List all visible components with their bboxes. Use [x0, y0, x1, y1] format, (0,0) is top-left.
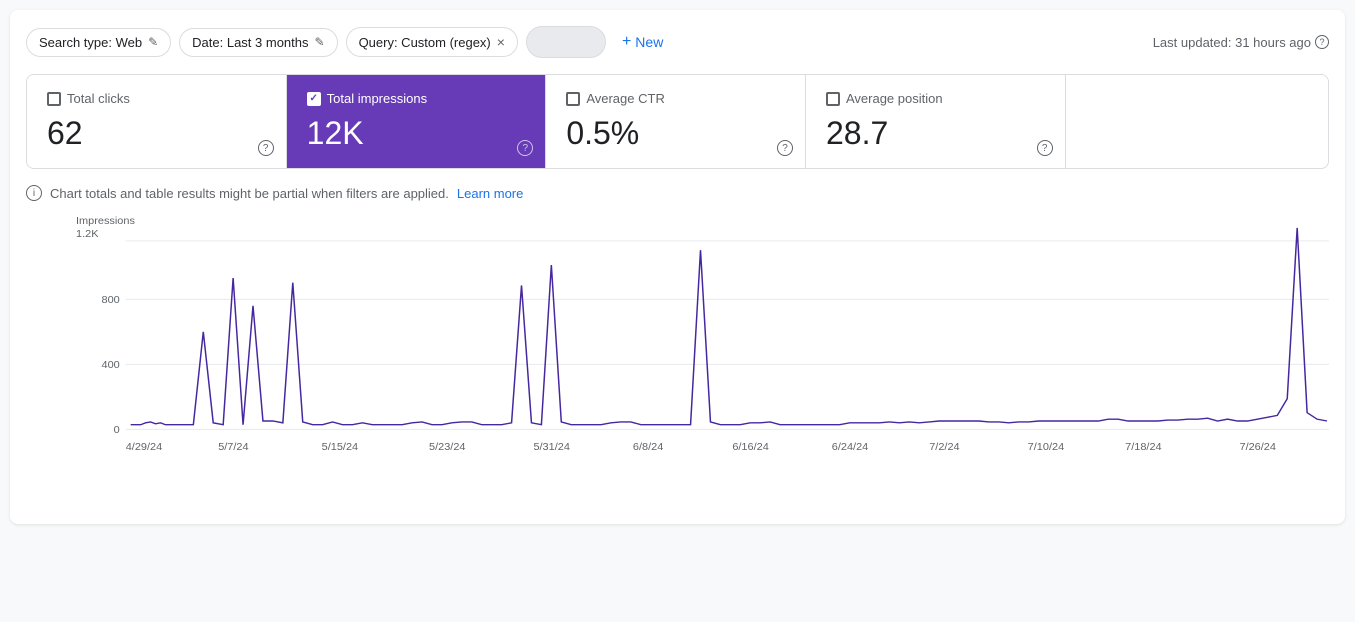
search-type-label: Search type: Web: [39, 35, 142, 50]
total-clicks-value: 62: [47, 114, 266, 152]
total-clicks-label: Total clicks: [67, 91, 130, 106]
query-filter[interactable]: Query: Custom (regex) ×: [346, 27, 518, 57]
y-axis-max-label: 1.2K: [76, 229, 98, 241]
x-label-11: 7/18/24: [1125, 441, 1162, 453]
metrics-row: Total clicks 62 ? Total impressions 12K …: [26, 74, 1329, 169]
average-ctr-value: 0.5%: [566, 114, 785, 152]
x-label-12: 7/26/24: [1240, 441, 1277, 453]
info-bar: i Chart totals and table results might b…: [26, 185, 1329, 201]
last-updated-help-icon[interactable]: ?: [1315, 35, 1329, 49]
y-tick-0: 0: [114, 425, 120, 437]
metric-total-impressions[interactable]: Total impressions 12K ?: [287, 75, 547, 168]
chart-area: Impressions 1.2K 800 400 0 4/29/24 5/7/2…: [26, 213, 1329, 508]
x-label-8: 6/24/24: [832, 441, 869, 453]
metric-average-ctr[interactable]: Average CTR 0.5% ?: [546, 75, 806, 168]
total-impressions-label: Total impressions: [327, 91, 427, 106]
x-label-3: 5/15/24: [322, 441, 359, 453]
y-axis-label: Impressions: [76, 216, 135, 228]
date-label: Date: Last 3 months: [192, 35, 308, 50]
x-label-5: 5/31/24: [533, 441, 570, 453]
impressions-line: [131, 228, 1327, 425]
main-container: Search type: Web ✎ Date: Last 3 months ✎…: [10, 10, 1345, 524]
plus-icon: +: [622, 33, 631, 51]
search-type-edit-icon[interactable]: ✎: [148, 35, 158, 49]
last-updated: Last updated: 31 hours ago ?: [1153, 35, 1329, 50]
metrics-empty-area: [1066, 75, 1328, 168]
x-label-10: 7/10/24: [1028, 441, 1065, 453]
chart-svg: Impressions 1.2K 800 400 0 4/29/24 5/7/2…: [76, 213, 1329, 473]
x-label-7: 6/16/24: [732, 441, 769, 453]
total-clicks-checkbox[interactable]: [47, 92, 61, 106]
date-edit-icon[interactable]: ✎: [315, 35, 325, 49]
average-position-checkbox[interactable]: [826, 92, 840, 106]
new-button[interactable]: + New: [614, 27, 671, 57]
metric-average-position[interactable]: Average position 28.7 ?: [806, 75, 1066, 168]
metric-total-clicks[interactable]: Total clicks 62 ?: [27, 75, 287, 168]
x-label-1: 4/29/24: [126, 441, 163, 453]
x-label-2: 5/7/24: [218, 441, 249, 453]
total-impressions-help-icon[interactable]: ?: [517, 140, 533, 156]
total-clicks-help-icon[interactable]: ?: [258, 140, 274, 156]
last-updated-text: Last updated: 31 hours ago: [1153, 35, 1311, 50]
y-tick-400: 400: [102, 360, 120, 372]
query-remove-icon[interactable]: ×: [497, 34, 505, 50]
average-ctr-checkbox[interactable]: [566, 92, 580, 106]
empty-filter-chip: [526, 26, 606, 58]
average-position-help-icon[interactable]: ?: [1037, 140, 1053, 156]
average-position-label: Average position: [846, 91, 943, 106]
average-position-value: 28.7: [826, 114, 1045, 152]
search-type-filter[interactable]: Search type: Web ✎: [26, 28, 171, 57]
info-message: Chart totals and table results might be …: [50, 186, 449, 201]
x-label-4: 5/23/24: [429, 441, 466, 453]
x-label-6: 6/8/24: [633, 441, 664, 453]
average-ctr-help-icon[interactable]: ?: [777, 140, 793, 156]
average-ctr-label: Average CTR: [586, 91, 665, 106]
query-label: Query: Custom (regex): [359, 35, 491, 50]
learn-more-link[interactable]: Learn more: [457, 186, 523, 201]
y-tick-800: 800: [102, 295, 120, 307]
filter-bar: Search type: Web ✎ Date: Last 3 months ✎…: [26, 26, 1329, 58]
x-label-9: 7/2/24: [929, 441, 960, 453]
date-filter[interactable]: Date: Last 3 months ✎: [179, 28, 337, 57]
total-impressions-checkbox[interactable]: [307, 92, 321, 106]
new-button-label: New: [635, 34, 663, 50]
total-impressions-value: 12K: [307, 114, 526, 152]
info-icon: i: [26, 185, 42, 201]
